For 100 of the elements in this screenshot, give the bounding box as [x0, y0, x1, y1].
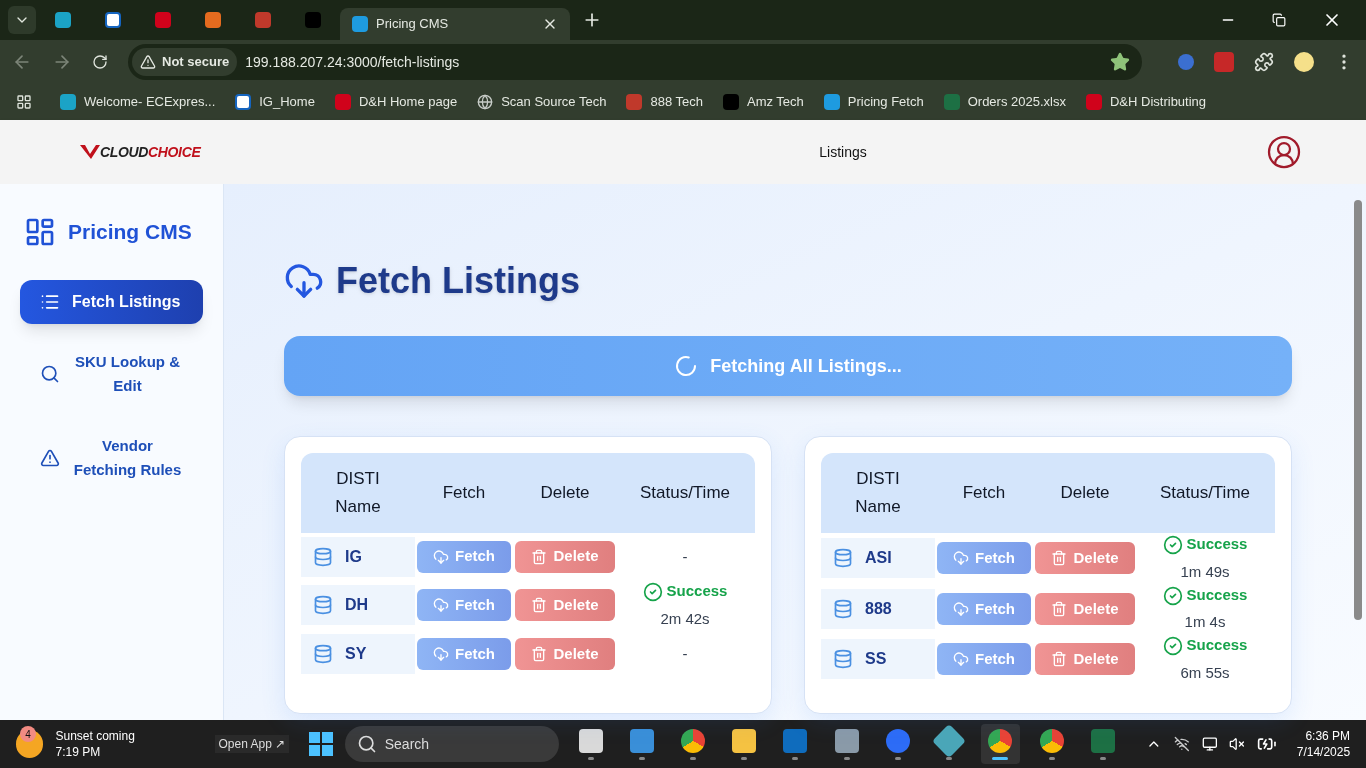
- spinner-icon: [674, 354, 699, 378]
- time-text: 1m 49s: [1179, 561, 1231, 582]
- reload-icon[interactable]: [92, 54, 108, 70]
- nav-link[interactable]: Listings: [819, 141, 867, 163]
- time-text: 2m 42s: [659, 608, 711, 629]
- disti-name: SY: [345, 644, 367, 664]
- bookmark[interactable]: D&H Distributing: [1085, 92, 1207, 112]
- running-indicator: [741, 756, 748, 760]
- site-icon: [626, 94, 643, 110]
- network-off-icon[interactable]: [1174, 736, 1190, 752]
- status-text: -: [682, 645, 688, 662]
- running-indicator: [1048, 756, 1055, 760]
- browser-tab[interactable]: Pricing CMS: [340, 8, 570, 40]
- sidebar-item[interactable]: Vendor Fetching Rules: [20, 424, 203, 492]
- status-text: -: [682, 547, 688, 565]
- running-indicator: [690, 756, 696, 760]
- column-header: Delete: [539, 482, 591, 504]
- site-icon: [255, 12, 271, 28]
- cloud-download-icon: [433, 646, 449, 662]
- running-indicator: [946, 756, 953, 760]
- warning-icon: [140, 54, 156, 70]
- profile-avatar[interactable]: [1294, 52, 1314, 72]
- site-icon: [723, 94, 739, 110]
- database-icon: [833, 649, 853, 670]
- start-icon[interactable]: [309, 732, 333, 756]
- site-icon: [55, 12, 71, 28]
- trash-icon: [531, 548, 548, 565]
- bookmark[interactable]: D&H Home page: [334, 92, 458, 112]
- trash-icon: [531, 646, 548, 662]
- search-icon: [40, 364, 60, 384]
- sidebar-title: Pricing CMS: [68, 219, 192, 246]
- disti-name: DH: [345, 595, 369, 616]
- status-text: Success: [666, 581, 728, 601]
- sidebar-item[interactable]: Fetch Listings: [20, 280, 203, 324]
- cloud-download-icon: [433, 597, 449, 614]
- weather-time: 7:19 PM: [55, 744, 102, 760]
- app-icon[interactable]: [578, 728, 603, 753]
- page-title: Fetch Listings: [336, 259, 581, 303]
- dashboard-icon: [24, 216, 56, 248]
- dollar-icon: [823, 94, 840, 110]
- status-text: Success: [1186, 584, 1248, 605]
- security-chip[interactable]: Not secure: [132, 48, 238, 76]
- running-indicator: [792, 756, 799, 760]
- clock-time[interactable]: 6:36 PM: [1305, 728, 1351, 744]
- disti-name: ASI: [865, 548, 892, 569]
- disti-name: IG: [345, 546, 362, 567]
- extensions-icon[interactable]: [1254, 52, 1274, 72]
- disti-name: 888: [865, 598, 892, 619]
- weather-title: Sunset coming: [55, 728, 136, 744]
- open-app-button[interactable]: Open App ↗: [214, 735, 290, 753]
- app-icon[interactable]: [834, 728, 859, 753]
- tab-list-button[interactable]: [8, 6, 36, 34]
- bookmark[interactable]: Welcome- ECExpres...: [60, 92, 216, 112]
- restore-icon[interactable]: [1272, 13, 1286, 27]
- column-header: DISTI Name: [334, 468, 382, 518]
- app-icon[interactable]: [629, 728, 654, 753]
- logo: CLOUDCHOICE: [80, 141, 220, 163]
- bookmark[interactable]: Orders 2025.xlsx: [943, 92, 1066, 112]
- bookmark[interactable]: 888 Tech: [626, 92, 703, 112]
- address-bar[interactable]: Not secure 199.188.207.24:3000/fetch-listings: [128, 44, 1142, 80]
- running-indicator: [894, 756, 901, 760]
- site-icon: [943, 94, 960, 110]
- database-icon: [313, 644, 333, 664]
- clock-date[interactable]: 7/14/2025: [1296, 744, 1351, 760]
- site-icon: [105, 12, 121, 28]
- running-indicator: [992, 756, 1009, 760]
- cloud-download-icon: [284, 261, 324, 301]
- database-icon: [833, 548, 853, 569]
- running-indicator: [843, 756, 850, 760]
- database-icon: [313, 595, 333, 616]
- bookmark[interactable]: Scan Source Tech: [477, 92, 607, 112]
- bookmark[interactable]: Pricing Fetch: [823, 92, 924, 112]
- app-icon[interactable]: [681, 728, 705, 753]
- apps-icon[interactable]: [16, 94, 32, 110]
- time-text: 1m 4s: [1183, 612, 1227, 632]
- dollar-icon: [352, 16, 368, 32]
- time-text: 6m 55s: [1179, 662, 1231, 683]
- bookmark-star-icon[interactable]: [1110, 52, 1130, 72]
- search-icon: [356, 734, 377, 754]
- status-text: Success: [1186, 635, 1248, 655]
- app-icon[interactable]: [732, 728, 757, 753]
- scrollbar[interactable]: [1354, 200, 1362, 620]
- display-icon[interactable]: [1201, 736, 1218, 752]
- column-header: DISTI Name: [854, 468, 902, 518]
- app-icon[interactable]: [988, 728, 1013, 753]
- app-icon[interactable]: [1039, 728, 1064, 753]
- sidebar-item[interactable]: SKU Lookup & Edit: [20, 340, 203, 408]
- disti-name: SS: [865, 649, 887, 670]
- bookmark[interactable]: IG_Home: [235, 92, 315, 112]
- trash-icon: [1051, 600, 1068, 617]
- site-icon: [1085, 94, 1102, 110]
- running-indicator: [1099, 756, 1106, 760]
- url-text: 199.188.207.24:3000/fetch-listings: [245, 52, 461, 72]
- user-icon[interactable]: [1266, 134, 1302, 170]
- bookmark[interactable]: Amz Tech: [723, 92, 804, 112]
- running-indicator: [587, 756, 594, 760]
- trash-icon: [531, 597, 548, 614]
- mute-icon[interactable]: [1229, 736, 1246, 752]
- taskbar-search[interactable]: Search: [344, 726, 559, 762]
- site-icon: [205, 12, 221, 28]
